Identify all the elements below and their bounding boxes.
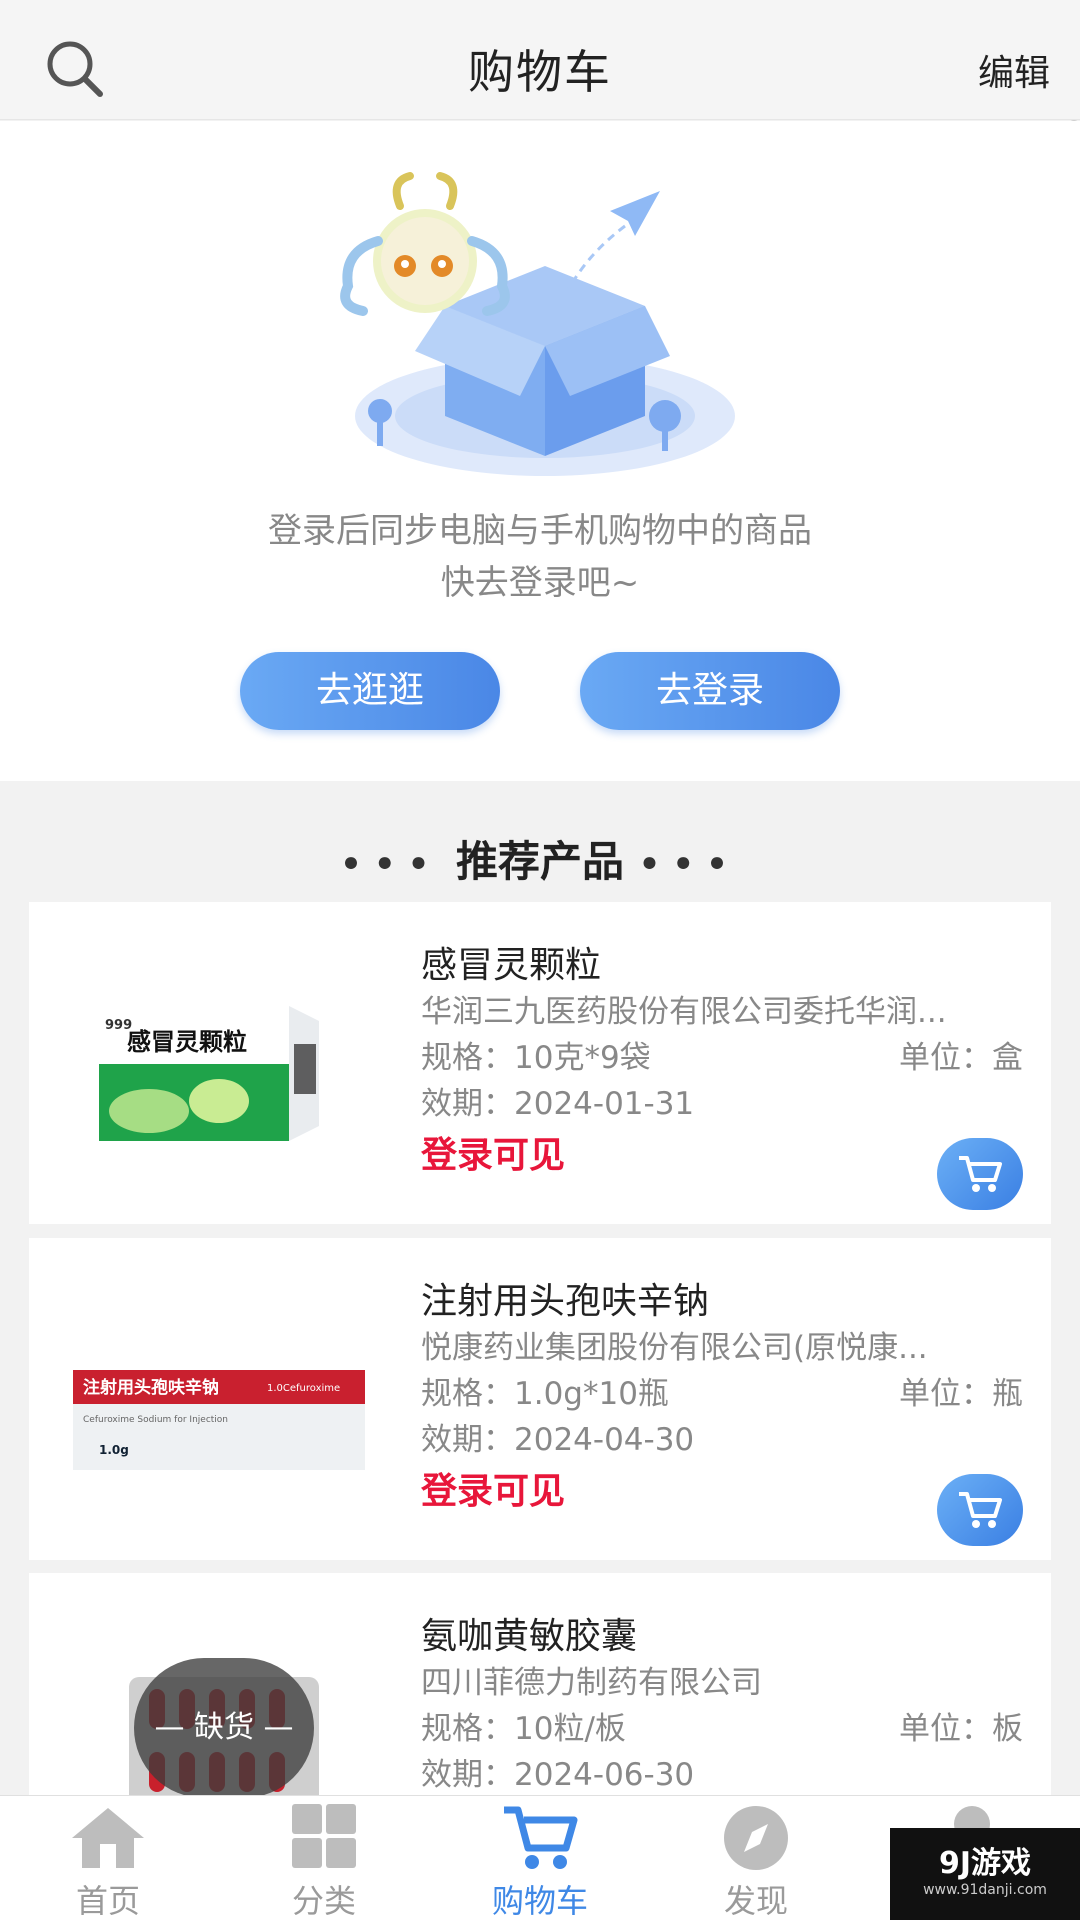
watermark-logo: 9J游戏 bbox=[938, 1846, 1032, 1881]
tab-cart[interactable]: 购物车 bbox=[432, 1796, 648, 1920]
price-login-note: 登录可见 bbox=[421, 1471, 566, 1512]
cart-page: 购物车 编辑 登录后同步电脑与手机购物中的商品 快去登录吧~ 去逛逛 去登录 •… bbox=[0, 0, 1080, 1920]
tab-discover-label: 发现 bbox=[723, 1882, 788, 1920]
product-name[interactable]: 注射用头孢呋辛钠 bbox=[421, 1272, 709, 1324]
box-dose: 1.0g bbox=[99, 1443, 129, 1457]
compass-icon bbox=[724, 1806, 788, 1870]
sold-out-badge: — 缺货 — bbox=[134, 1658, 314, 1798]
empty-cart-illustration bbox=[340, 172, 735, 476]
product-spec: 规格：10克*9袋 bbox=[421, 1040, 651, 1076]
product-image[interactable]: 注射用头孢呋辛钠 1.0Cefuroxime Cefuroxime Sodium… bbox=[59, 1262, 369, 1542]
tab-category-label: 分类 bbox=[291, 1882, 356, 1920]
product-card[interactable]: 注射用头孢呋辛钠 1.0Cefuroxime Cefuroxime Sodium… bbox=[29, 1238, 1051, 1560]
product-unit: 单位：瓶 bbox=[899, 1376, 1023, 1412]
empty-cart-panel: 登录后同步电脑与手机购物中的商品 快去登录吧~ 去逛逛 去登录 bbox=[0, 121, 1080, 781]
cart-icon bbox=[959, 1156, 1002, 1192]
product-spec: 规格：1.0g*10瓶 bbox=[421, 1376, 669, 1412]
grid-icon bbox=[292, 1804, 356, 1868]
watermark-url: www.91danji.com bbox=[923, 1882, 1047, 1898]
product-image[interactable]: 999 感冒灵颗粒 bbox=[59, 926, 369, 1206]
watermark: 9J游戏 www.91danji.com bbox=[890, 1828, 1080, 1920]
edit-button[interactable]: 编辑 bbox=[978, 44, 1050, 96]
heading-dots-left: ••• bbox=[340, 844, 442, 885]
price-login-note: 登录可见 bbox=[421, 1135, 566, 1176]
cart-icon bbox=[959, 1492, 1002, 1528]
tab-category[interactable]: 分类 bbox=[216, 1796, 432, 1920]
product-name[interactable]: 感冒灵颗粒 bbox=[421, 936, 601, 988]
cart-icon bbox=[504, 1806, 578, 1869]
recommend-title: 推荐产品 bbox=[455, 837, 624, 886]
product-unit: 单位：盒 bbox=[899, 1040, 1023, 1076]
product-expiry: 效期：2024-01-31 bbox=[421, 1086, 695, 1122]
tab-home-label: 首页 bbox=[75, 1882, 140, 1920]
box-title: 注射用头孢呋辛钠 bbox=[83, 1377, 219, 1398]
add-to-cart-button[interactable] bbox=[937, 1138, 1023, 1210]
product-expiry: 效期：2024-04-30 bbox=[421, 1422, 695, 1458]
home-icon bbox=[72, 1808, 144, 1868]
product-maker: 四川菲德力制药有限公司 bbox=[421, 1665, 762, 1701]
product-maker: 悦康药业集团股份有限公司(原悦康... bbox=[421, 1330, 928, 1366]
product-name[interactable]: 氨咖黄敏胶囊 bbox=[421, 1607, 637, 1659]
header-bar: 购物车 编辑 bbox=[0, 0, 1080, 120]
product-spec: 规格：10粒/板 bbox=[421, 1711, 626, 1747]
tab-discover[interactable]: 发现 bbox=[648, 1796, 864, 1920]
product-maker: 华润三九医药股份有限公司委托华润... bbox=[421, 994, 947, 1030]
product-expiry: 效期：2024-06-30 bbox=[421, 1757, 695, 1793]
box-title: 感冒灵颗粒 bbox=[127, 1028, 247, 1056]
empty-cart-hint: 快去登录吧~ bbox=[440, 563, 640, 603]
tab-cart-label: 购物车 bbox=[491, 1882, 588, 1920]
tab-home[interactable]: 首页 bbox=[0, 1796, 216, 1920]
browse-button[interactable]: 去逛逛 bbox=[240, 652, 500, 730]
product-card[interactable]: 999 感冒灵颗粒 感冒灵颗粒 华润三九医药股份有限公司委托华润... 规格：1… bbox=[29, 902, 1051, 1224]
page-title: 购物车 bbox=[468, 45, 612, 99]
product-unit: 单位：板 bbox=[899, 1711, 1023, 1747]
box-subtitle: Cefuroxime Sodium for Injection bbox=[83, 1415, 228, 1425]
recommend-heading: ••• 推荐产品 ••• bbox=[0, 828, 1080, 889]
login-button[interactable]: 去登录 bbox=[580, 652, 840, 730]
heading-dots-right: ••• bbox=[638, 844, 740, 885]
empty-cart-message: 登录后同步电脑与手机购物中的商品 bbox=[268, 511, 812, 551]
box-en-title: 1.0Cefuroxime bbox=[267, 1383, 340, 1394]
add-to-cart-button[interactable] bbox=[937, 1474, 1023, 1546]
